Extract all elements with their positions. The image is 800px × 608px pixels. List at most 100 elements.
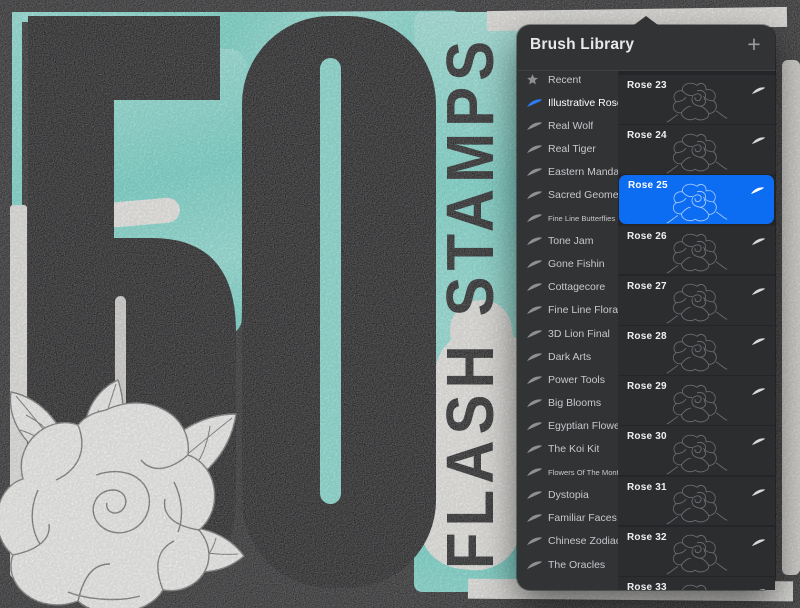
brush-stroke-icon <box>526 560 543 570</box>
panel-callout-arrow <box>634 16 658 25</box>
add-brush-set-button[interactable]: + <box>743 32 765 56</box>
sidebar-item-eastern-mandalas[interactable]: Eastern Mandalas <box>517 160 618 183</box>
brush-stroke-glyph <box>526 375 543 385</box>
brush-stroke-icon <box>526 190 543 200</box>
sidebar-item-cottagecore[interactable]: Cottagecore <box>517 276 618 299</box>
brush-stroke-glyph <box>526 490 543 500</box>
brush-row-rose-27[interactable]: Rose 27 <box>618 276 775 325</box>
sidebar-item-gone-fishin[interactable]: Gone Fishin <box>517 253 618 276</box>
sidebar-item-label: Egyptian Flowers <box>548 420 618 432</box>
sidebar-item-tone-jam[interactable]: Tone Jam <box>517 230 618 253</box>
sidebar-item-recent[interactable]: Recent <box>517 71 618 91</box>
brush-row-rose-33[interactable]: Rose 33 <box>618 577 775 590</box>
sidebar-item-familiar-faces[interactable]: Familiar Faces <box>517 507 618 530</box>
sidebar-item-power-tools[interactable]: Power Tools <box>517 368 618 391</box>
sidebar-item-3d-lion-final[interactable]: 3D Lion Final <box>517 322 618 345</box>
sidebar-item-label: Recent <box>548 74 581 86</box>
brush-row-rose-28[interactable]: Rose 28 <box>618 326 775 375</box>
rose-thumbnail-glyph <box>665 78 729 124</box>
brush-library-panel: Brush Library + RecentIllustrative Roses… <box>517 25 775 590</box>
brush-stroke-icon <box>751 584 766 590</box>
rose-thumbnail-glyph <box>665 580 729 590</box>
brush-stroke-icon <box>526 305 543 315</box>
brush-stroke-glyph <box>526 305 543 315</box>
brush-row-rose-26[interactable]: Rose 26 <box>618 226 775 275</box>
brush-stroke-icon <box>751 132 766 141</box>
rose-thumbnail-glyph <box>665 329 729 375</box>
star-glyph <box>526 73 539 86</box>
brush-stroke-glyph <box>751 437 766 446</box>
brush-stroke-icon <box>751 82 766 91</box>
brush-stroke-glyph <box>526 421 543 431</box>
sidebar-item-egyptian-flowers[interactable]: Egyptian Flowers <box>517 414 618 437</box>
sidebar-item-dystopia[interactable]: Dystopia <box>517 484 618 507</box>
brush-name-label: Rose 32 <box>627 532 667 543</box>
sidebar-item-label: Eastern Mandalas <box>548 166 618 178</box>
brush-stroke-glyph <box>751 86 766 95</box>
rose-thumbnail-icon <box>665 128 729 174</box>
sidebar-item-label: Fine Line Butterflies <box>548 214 615 223</box>
brush-row-rose-31[interactable]: Rose 31 <box>618 477 775 526</box>
sidebar-item-chinese-zodiacs[interactable]: Chinese Zodiacs <box>517 530 618 553</box>
sidebar-item-label: Fine Line Floral <box>548 304 618 316</box>
sidebar-item-label: Real Tiger <box>548 143 596 155</box>
brush-stroke-glyph <box>751 287 766 296</box>
brush-stroke-icon <box>526 213 543 223</box>
brush-stroke-icon <box>526 444 543 454</box>
brush-stroke-glyph <box>526 560 543 570</box>
brush-stroke-icon <box>526 513 543 523</box>
rose-thumbnail-icon <box>665 279 729 325</box>
brush-name-label: Rose 24 <box>627 130 667 141</box>
brush-stroke-icon <box>751 283 766 292</box>
brush-stroke-glyph <box>526 121 543 131</box>
rose-illustration <box>0 370 268 608</box>
brush-stroke-glyph <box>526 259 543 269</box>
sidebar-item-fine-line-butterflies[interactable]: Fine Line Butterflies <box>517 207 618 230</box>
sidebar-item-label: Real Wolf <box>548 120 593 132</box>
brush-stroke-icon <box>526 375 543 385</box>
brush-stroke-glyph <box>526 329 543 339</box>
brush-row-rose-30[interactable]: Rose 30 <box>618 426 775 475</box>
brush-stroke-glyph <box>526 167 543 177</box>
brush-name-label: Rose 29 <box>627 381 667 392</box>
brush-row-rose-25[interactable]: Rose 25 <box>619 175 774 224</box>
sidebar-item-big-blooms[interactable]: Big Blooms <box>517 391 618 414</box>
brush-stroke-glyph <box>526 213 543 223</box>
sidebar-item-sacred-geometry[interactable]: Sacred Geometry <box>517 183 618 206</box>
sidebar-item-real-wolf[interactable]: Real Wolf <box>517 114 618 137</box>
brush-stroke-icon <box>526 398 543 408</box>
brush-stroke-glyph <box>751 337 766 346</box>
sidebar-item-the-koi-kit[interactable]: The Koi Kit <box>517 438 618 461</box>
brush-row-rose-29[interactable]: Rose 29 <box>618 376 775 425</box>
poster-vertical-headline: FLASH STAMPS <box>431 35 508 569</box>
brush-stroke-glyph <box>751 387 766 396</box>
rose-thumbnail-glyph <box>665 379 729 425</box>
rose-thumbnail-icon <box>665 179 729 225</box>
brush-stroke-glyph <box>751 136 766 145</box>
brush-stroke-glyph <box>526 190 543 200</box>
brush-stroke-icon <box>526 167 543 177</box>
sidebar-item-label: Flowers Of The Mont... <box>548 468 618 477</box>
sidebar-item-fine-line-floral[interactable]: Fine Line Floral <box>517 299 618 322</box>
brush-stroke-glyph <box>526 467 543 477</box>
brush-stroke-icon <box>751 484 766 493</box>
brush-stroke-glyph <box>526 444 543 454</box>
brush-row-rose-32[interactable]: Rose 32 <box>618 527 775 576</box>
brush-stroke-icon <box>526 98 543 108</box>
brush-stroke-icon <box>526 282 543 292</box>
brush-row-rose-23[interactable]: Rose 23 <box>618 75 775 124</box>
sidebar-item-illustrative-roses[interactable]: Illustrative Roses <box>517 91 618 114</box>
star-icon <box>526 73 543 86</box>
brush-stroke-glyph <box>526 513 543 523</box>
sidebar-item-flowers-of-the-mont[interactable]: Flowers Of The Mont... <box>517 461 618 484</box>
sidebar-item-label: The Koi Kit <box>548 443 599 455</box>
sidebar-item-label: Power Tools <box>548 374 605 386</box>
brush-name-label: Rose 26 <box>627 231 667 242</box>
sidebar-item-the-oracles[interactable]: The Oracles <box>517 553 618 576</box>
sidebar-item-real-tiger[interactable]: Real Tiger <box>517 137 618 160</box>
brush-row-rose-24[interactable]: Rose 24 <box>618 125 775 174</box>
sidebar-item-dark-arts[interactable]: Dark Arts <box>517 345 618 368</box>
brush-stroke-icon <box>526 144 543 154</box>
brush-stroke-glyph <box>526 398 543 408</box>
sidebar-item-label: Illustrative Roses <box>548 97 618 109</box>
